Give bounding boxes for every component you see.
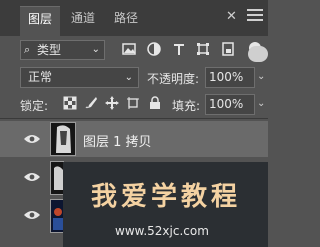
panel-menu-icon[interactable] xyxy=(247,9,263,23)
type-icon[interactable] xyxy=(171,41,187,57)
filter-toggle-switch[interactable] xyxy=(248,46,268,62)
visibility-eye-icon[interactable] xyxy=(24,210,40,220)
layer-row-selected[interactable]: 图层 1 拷贝 xyxy=(0,121,268,157)
divider xyxy=(0,118,268,119)
watermark-url: www.52xjc.com xyxy=(115,224,209,238)
lock-transparent-pixels-icon[interactable] xyxy=(63,96,77,110)
adjustment-icon[interactable] xyxy=(146,41,162,57)
blend-mode-value: 正常 xyxy=(28,70,53,84)
layer-thumbnail xyxy=(50,199,64,233)
lock-position-icon[interactable] xyxy=(105,96,119,110)
tab-layers[interactable]: 图层 xyxy=(20,6,61,37)
search-icon: ⌕ xyxy=(24,43,31,56)
artboard-lock-icon[interactable] xyxy=(126,96,140,110)
chevron-down-icon: ⌄ xyxy=(124,72,133,83)
opacity-field[interactable]: 100% xyxy=(205,67,255,88)
chevron-down-icon[interactable]: ⌄ xyxy=(257,71,265,82)
layer-name[interactable]: 图层 1 拷贝 xyxy=(83,131,152,150)
smart-object-icon[interactable] xyxy=(220,41,236,57)
lock-all-icon[interactable] xyxy=(148,96,162,110)
image-icon[interactable] xyxy=(121,41,137,57)
chevron-down-icon: ⌄ xyxy=(91,44,100,55)
fill-label: 填充: xyxy=(172,99,201,113)
close-icon[interactable]: ✕ xyxy=(226,9,237,24)
chevron-down-icon[interactable]: ⌄ xyxy=(257,98,265,109)
shape-icon[interactable] xyxy=(195,41,211,57)
layer-filter-select[interactable]: ⌕ 类型 ⌄ xyxy=(20,40,105,60)
watermark-banner: 我爱学教程 www.52xjc.com xyxy=(63,162,268,247)
layer-thumbnail xyxy=(50,161,64,195)
tab-paths[interactable]: 路径 xyxy=(106,6,146,31)
tab-channels[interactable]: 通道 xyxy=(63,6,103,31)
layer-filter-value: 类型 xyxy=(37,43,62,57)
fill-field[interactable]: 100% xyxy=(205,94,255,115)
layer-thumbnail xyxy=(50,122,76,156)
opacity-label: 不透明度: xyxy=(147,72,200,86)
lock-label: 锁定: xyxy=(20,99,49,113)
watermark-title: 我爱学教程 xyxy=(91,182,242,212)
panel-tab-bar: 图层 通道 路径 ✕ xyxy=(0,0,268,37)
blend-mode-select[interactable]: 正常 ⌄ xyxy=(20,67,139,88)
visibility-eye-icon[interactable] xyxy=(24,134,40,144)
lock-image-pixels-icon[interactable] xyxy=(84,96,98,110)
visibility-eye-icon[interactable] xyxy=(24,172,40,182)
